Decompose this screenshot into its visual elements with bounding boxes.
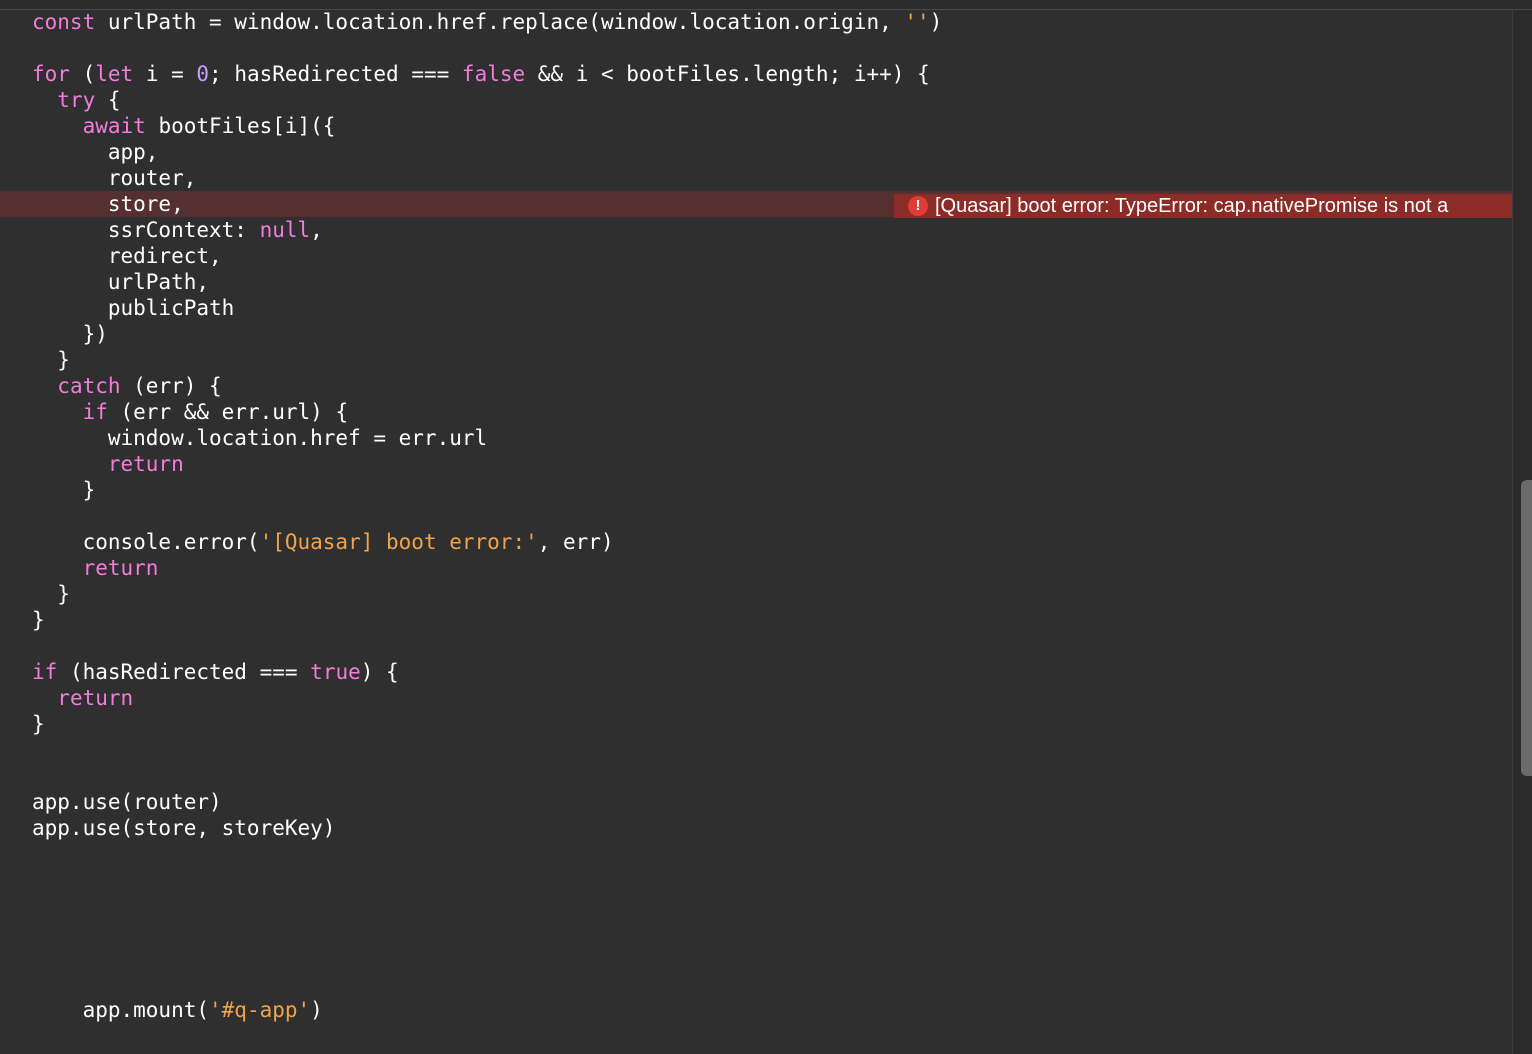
code-line-text: console.error('[Quasar] boot error:', er… — [32, 529, 614, 555]
code-token-plain: app.use(store, storeKey) — [32, 816, 336, 840]
code-token-plain: ( — [69, 62, 96, 86]
code-line-text: window.location.href = err.url — [32, 425, 487, 451]
code-token-kw: return — [107, 452, 184, 476]
code-token-kw: let — [95, 62, 134, 86]
code-token-num: 0 — [196, 62, 210, 86]
code-line-text: await bootFiles[i]({ — [32, 113, 336, 139]
code-token-kw: if — [32, 660, 58, 684]
code-token-plain: window.location.href = err.url — [32, 426, 488, 450]
code-line-text: try { — [32, 87, 121, 113]
code-line-text: return — [32, 685, 133, 711]
code-token-plain: && i < bootFiles.length; i++) { — [525, 62, 930, 86]
code-line-text: publicPath — [32, 295, 234, 321]
inline-error-annotation[interactable]: ! [Quasar] boot error: TypeError: cap.na… — [894, 194, 1532, 218]
code-token-kw: null — [259, 218, 311, 242]
code-token-plain: router, — [32, 166, 197, 190]
code-line-text: redirect, — [32, 243, 222, 269]
code-token-plain: } — [32, 712, 45, 736]
code-token-plain: redirect, — [32, 244, 222, 268]
code-line-text: urlPath, — [32, 269, 209, 295]
code-token-plain: (hasRedirected === — [57, 660, 311, 684]
code-token-str: '[Quasar] boot error:' — [259, 530, 538, 554]
code-token-plain: i = — [133, 62, 197, 86]
code-line-text: router, — [32, 165, 197, 191]
code-line-text: } — [32, 347, 70, 373]
error-message: [Quasar] boot error: TypeError: cap.nati… — [935, 195, 1449, 217]
code-token-str: '#q-app' — [209, 998, 311, 1022]
code-token-plain: ) { — [360, 660, 399, 684]
vertical-scrollbar-thumb[interactable] — [1521, 480, 1532, 776]
code-line-text: return — [32, 451, 184, 477]
code-token-plain: store, — [32, 192, 184, 216]
code-line-text: ssrContext: null, — [32, 217, 323, 243]
code-token-plain: ) — [310, 998, 323, 1022]
code-token-plain: app.use(router) — [32, 790, 222, 814]
code-token-kw: return — [82, 556, 159, 580]
code-token-plain: , err) — [537, 530, 614, 554]
code-token-kw: const — [32, 10, 96, 34]
code-token-kw: await — [82, 114, 146, 138]
code-token-plain: ) — [929, 10, 943, 34]
code-token-plain: }) — [32, 322, 108, 346]
code-line-text: app.use(router) — [32, 789, 222, 815]
code-token-plain: console.error( — [32, 530, 260, 554]
code-token-kw: return — [57, 686, 134, 710]
code-token-plain: } — [32, 348, 70, 372]
code-token-plain: ; hasRedirected === — [209, 62, 462, 86]
code-token-kw: for — [32, 62, 70, 86]
code-line-text: app.mount('#q-app') — [32, 997, 323, 1023]
code-line-text: app.use(store, storeKey) — [32, 815, 335, 841]
code-line-text: } — [32, 711, 45, 737]
code-token-plain: app, — [32, 140, 159, 164]
code-line-text: const urlPath = window.location.href.rep… — [32, 9, 942, 35]
code-token-kw: catch — [57, 374, 121, 398]
code-token-str: '' — [904, 10, 930, 34]
code-token-kw: false — [461, 62, 526, 86]
code-token-plain: app.mount( — [32, 998, 210, 1022]
code-token-plain: bootFiles[i]({ — [145, 114, 336, 138]
code-line-text: } — [32, 607, 45, 633]
code-line-text: for (let i = 0; hasRedirected === false … — [32, 61, 930, 87]
code-token-plain: , — [310, 218, 323, 242]
code-token-plain: } — [32, 608, 45, 632]
code-token-plain: } — [32, 582, 70, 606]
code-token-plain: urlPath = window.location.href.replace(w… — [95, 10, 905, 34]
error-icon: ! — [908, 196, 928, 216]
code-token-kw: try — [57, 88, 96, 112]
code-token-plain: (err && err.url) { — [107, 400, 349, 424]
code-token-kw: if — [82, 400, 108, 424]
code-token-plain: { — [95, 88, 121, 112]
code-line-text: store, — [32, 191, 184, 217]
code-token-plain: } — [32, 478, 96, 502]
code-line-text: catch (err) { — [32, 373, 222, 399]
code-line-text: if (hasRedirected === true) { — [32, 659, 399, 685]
code-token-plain: publicPath — [32, 296, 235, 320]
code-token-kw: true — [310, 660, 361, 684]
code-line-text: } — [32, 581, 70, 607]
code-line-text: return — [32, 555, 159, 581]
code-line-text: }) — [32, 321, 108, 347]
code-line-text: if (err && err.url) { — [32, 399, 349, 425]
code-token-plain: ssrContext: — [32, 218, 260, 242]
code-token-plain: (err) { — [120, 374, 222, 398]
code-editor[interactable]: const urlPath = window.location.href.rep… — [0, 0, 1532, 1054]
code-line-text: } — [32, 477, 96, 503]
code-line-text: app, — [32, 139, 159, 165]
code-token-plain: urlPath, — [32, 270, 210, 294]
